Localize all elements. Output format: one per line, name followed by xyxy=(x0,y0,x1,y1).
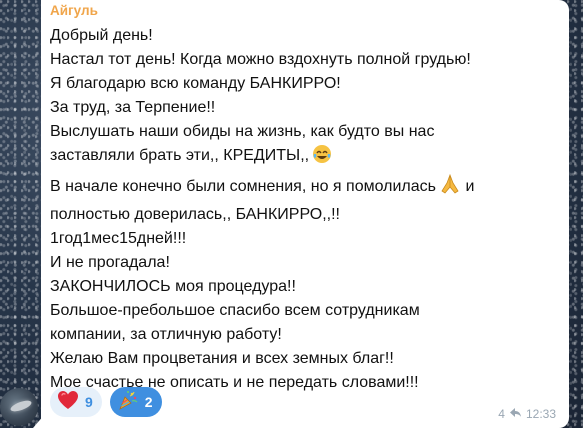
message-line: компании, за отличную работу! xyxy=(50,326,282,344)
message-line: Желаю Вам процветания и всех земных благ… xyxy=(50,350,394,368)
reaction-count: 2 xyxy=(144,394,153,410)
reaction-party-popper[interactable]: 2 xyxy=(109,387,162,417)
tears-of-joy-emoji-icon xyxy=(312,144,332,172)
message-line: И не прогадала! xyxy=(50,253,170,271)
message-line: заставляли брать эти,, КРЕДИТЫ,, xyxy=(50,144,556,172)
reaction-count: 9 xyxy=(85,394,93,410)
message-line-text: заставляли брать эти,, КРЕДИТЫ,, xyxy=(50,147,310,165)
message-line: Выслушать наши обиды на жизнь, как будто… xyxy=(50,123,435,141)
message-line: Я благодарю всю команду БАНКИРРО! xyxy=(50,75,341,93)
party-popper-icon xyxy=(117,389,139,416)
forward-count: 4 xyxy=(498,407,505,421)
message-meta: 4 12:33 xyxy=(498,407,556,421)
message-line-suffix: и xyxy=(465,177,475,195)
sender-name[interactable]: Айгуль xyxy=(50,2,556,20)
forward-icon xyxy=(509,407,522,421)
message-line: За труд, за Терпение!! xyxy=(50,99,216,117)
message-line: ЗАКОНЧИЛОСЬ моя процедура!! xyxy=(50,277,296,295)
message-line: 1год1мес15дней!!! xyxy=(50,229,187,247)
message-line: Большое-пребольшое спасибо всем сотрудни… xyxy=(50,302,420,320)
folded-hands-emoji-icon xyxy=(439,173,461,203)
reactions-bar: 9 2 xyxy=(50,387,162,417)
message-line: В начале конечно были сомнения, но я пом… xyxy=(50,173,556,203)
message-time: 12:33 xyxy=(525,407,556,421)
message-line: Добрый день! xyxy=(50,27,153,44)
heart-icon xyxy=(57,390,79,415)
message-text: Добрый день! Настал тот день! Когда можн… xyxy=(50,24,556,395)
message-line-text: В начале конечно были сомнения, но я пом… xyxy=(50,177,436,195)
message-line: Настал тот день! Когда можно вздохнуть п… xyxy=(50,51,471,69)
reaction-heart[interactable]: 9 xyxy=(50,387,102,417)
sender-avatar[interactable] xyxy=(0,388,38,426)
message-bubble[interactable]: Айгуль Добрый день! Настал тот день! Ког… xyxy=(41,0,569,428)
message-line: полностью доверилась,, БАНКИРРО,,!! xyxy=(50,205,340,223)
